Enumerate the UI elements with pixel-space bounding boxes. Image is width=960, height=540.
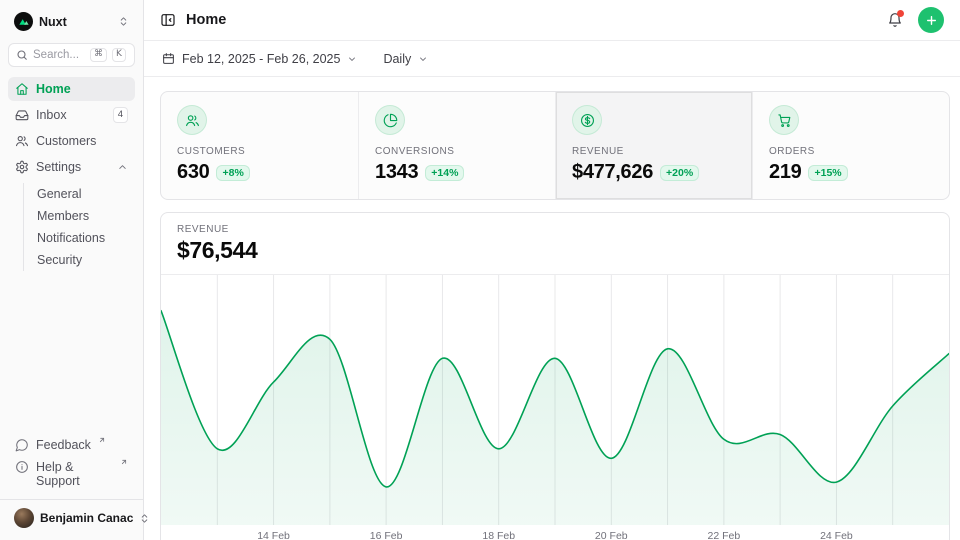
stat-value: 630: [177, 161, 209, 184]
chevron-down-icon: [347, 54, 357, 64]
stat-value: $477,626: [572, 161, 653, 184]
stat-label: CUSTOMERS: [177, 146, 342, 157]
search-icon: [16, 49, 28, 61]
stat-label: ORDERS: [769, 146, 933, 157]
x-tick: 22 Feb: [707, 530, 740, 540]
search-input[interactable]: [33, 49, 85, 61]
granularity-select[interactable]: Daily: [381, 48, 430, 70]
stat-value: 219: [769, 161, 801, 184]
sidebar-item-label: Customers: [36, 134, 128, 148]
notifications-button[interactable]: [882, 7, 908, 33]
stat-revenue[interactable]: REVENUE $477,626 +20%: [555, 92, 752, 199]
sidebar: Nuxt ⌘ K Home Inb: [0, 0, 144, 540]
users-icon: [177, 105, 207, 135]
stat-value: 1343: [375, 161, 418, 184]
external-link-icon: [120, 458, 128, 466]
calendar-icon: [162, 52, 175, 65]
gear-icon: [15, 160, 29, 174]
main-area: Home Feb 12, 2025 - Feb 26, 2025: [144, 0, 960, 540]
users-icon: [15, 134, 29, 148]
chart-metric-value: $76,544: [177, 237, 933, 264]
page-header: Home: [144, 0, 960, 41]
sidebar-item-home[interactable]: Home: [8, 77, 135, 101]
revenue-chart[interactable]: [161, 275, 949, 525]
date-range-label: Feb 12, 2025 - Feb 26, 2025: [182, 52, 340, 66]
inbox-icon: [15, 108, 29, 122]
stat-label: CONVERSIONS: [375, 146, 539, 157]
submenu-item-general[interactable]: General: [24, 183, 135, 205]
revenue-chart-card: REVENUE $76,544: [160, 212, 950, 540]
content: CUSTOMERS 630 +8% CONVERSIONS 1343 +14%: [144, 77, 960, 540]
plus-icon: [925, 14, 938, 27]
feedback-label: Feedback: [36, 438, 91, 452]
chevron-up-icon: [117, 162, 128, 173]
external-link-icon: [98, 436, 106, 444]
submenu-item-security[interactable]: Security: [24, 249, 135, 271]
help-support-link[interactable]: Help & Support: [8, 456, 135, 492]
sidebar-item-label: Settings: [36, 160, 110, 174]
x-tick: 18 Feb: [482, 530, 515, 540]
stat-delta-badge: +14%: [425, 165, 464, 181]
help-support-label: Help & Support: [36, 460, 113, 488]
sidebar-nav: Home Inbox 4 Customers Settings: [8, 77, 135, 273]
sidebar-item-settings[interactable]: Settings: [8, 155, 135, 179]
sidebar-item-inbox[interactable]: Inbox 4: [8, 103, 135, 127]
add-button[interactable]: [918, 7, 944, 33]
sidebar-spacer: [8, 273, 135, 434]
chart-svg: [161, 275, 949, 525]
pie-chart-icon: [375, 105, 405, 135]
x-tick: 14 Feb: [257, 530, 290, 540]
stat-delta-badge: +20%: [660, 165, 699, 181]
settings-submenu: General Members Notifications Security: [23, 183, 135, 271]
app-root: Nuxt ⌘ K Home Inb: [0, 0, 960, 540]
cmd-key: ⌘: [90, 48, 107, 62]
stat-delta-badge: +8%: [216, 165, 249, 181]
home-icon: [15, 82, 29, 96]
workspace-selector[interactable]: Nuxt: [8, 8, 135, 35]
x-tick: 16 Feb: [370, 530, 403, 540]
chevrons-up-down-icon: [118, 16, 129, 27]
chart-x-axis: 14 Feb 16 Feb 18 Feb 20 Feb 22 Feb 24 Fe…: [161, 525, 949, 540]
stat-label: REVENUE: [572, 146, 736, 157]
info-circle-icon: [15, 460, 29, 474]
page-title: Home: [186, 12, 226, 28]
filters-toolbar: Feb 12, 2025 - Feb 26, 2025 Daily: [144, 41, 960, 77]
user-name: Benjamin Canac: [40, 511, 133, 525]
submenu-item-notifications[interactable]: Notifications: [24, 227, 135, 249]
sidebar-item-label: Home: [36, 82, 128, 96]
dollar-circle-icon: [572, 105, 602, 135]
nuxt-logo-icon: [14, 12, 33, 31]
sidebar-item-customers[interactable]: Customers: [8, 129, 135, 153]
chart-metric-label: REVENUE: [177, 224, 933, 235]
stat-orders[interactable]: ORDERS 219 +15%: [752, 92, 949, 199]
submenu-item-members[interactable]: Members: [24, 205, 135, 227]
workspace-name: Nuxt: [39, 15, 112, 29]
stats-row: CUSTOMERS 630 +8% CONVERSIONS 1343 +14%: [160, 91, 950, 200]
feedback-link[interactable]: Feedback: [8, 434, 135, 456]
sidebar-item-label: Inbox: [36, 108, 106, 122]
inbox-count-badge: 4: [113, 107, 128, 122]
k-key: K: [112, 48, 126, 62]
stat-customers[interactable]: CUSTOMERS 630 +8%: [161, 92, 358, 199]
notification-dot: [897, 10, 904, 17]
chat-bubble-icon: [15, 438, 29, 452]
granularity-label: Daily: [383, 52, 411, 66]
cart-icon: [769, 105, 799, 135]
date-range-picker[interactable]: Feb 12, 2025 - Feb 26, 2025: [160, 48, 359, 70]
search-input-box[interactable]: ⌘ K: [8, 43, 135, 67]
collapse-sidebar-icon[interactable]: [160, 12, 176, 28]
stat-conversions[interactable]: CONVERSIONS 1343 +14%: [358, 92, 555, 199]
stat-delta-badge: +15%: [808, 165, 847, 181]
chevron-down-icon: [418, 54, 428, 64]
user-menu[interactable]: Benjamin Canac: [8, 500, 135, 532]
avatar: [14, 508, 34, 528]
chart-header: REVENUE $76,544: [161, 213, 949, 275]
x-tick: 24 Feb: [820, 530, 853, 540]
x-tick: 20 Feb: [595, 530, 628, 540]
